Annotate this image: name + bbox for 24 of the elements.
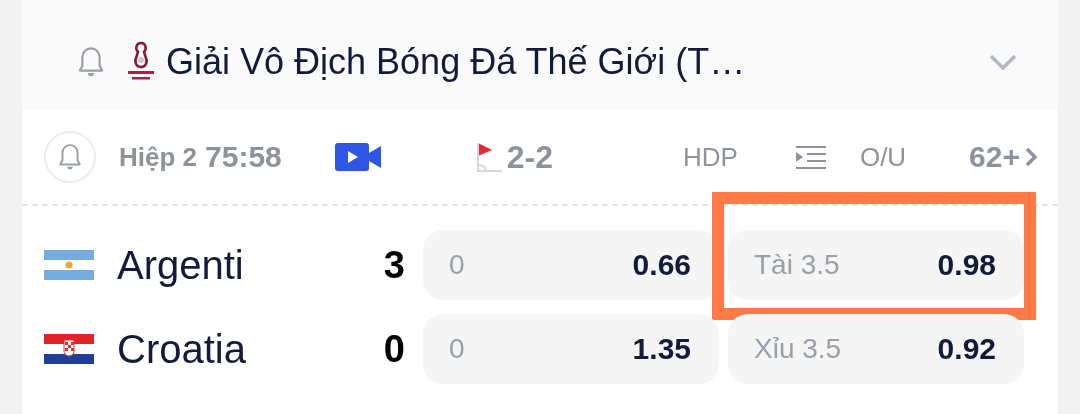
league-title: Giải Vô Địch Bóng Đá Thế Giới (T… <box>166 41 747 83</box>
odds-button[interactable]: Xỉu 3.5 0.92 <box>728 314 1024 384</box>
notify-button[interactable] <box>44 131 96 183</box>
match-clock: 75:58 <box>205 140 282 174</box>
chevron-right-icon <box>1024 146 1038 168</box>
column-label: HDP <box>683 141 738 173</box>
team-score: 0 <box>382 327 405 371</box>
flag-icon <box>44 250 94 280</box>
team-name: Croatia <box>117 326 247 372</box>
odds-button[interactable]: 0 1.35 <box>423 314 719 384</box>
odds-button[interactable]: Tài 3.5 0.98 <box>728 230 1024 300</box>
bell-icon[interactable] <box>76 46 106 78</box>
column-label: O/U <box>859 141 907 173</box>
league-header[interactable]: Giải Vô Địch Bóng Đá Thế Giới (T… <box>22 0 1058 110</box>
video-camera-icon[interactable] <box>334 143 381 171</box>
team-name: Argenti <box>117 242 245 288</box>
list-icon[interactable] <box>794 145 827 169</box>
flag-icon <box>44 334 94 364</box>
chevron-down-icon[interactable] <box>988 52 1018 72</box>
bell-icon[interactable] <box>57 143 83 171</box>
team-score: 3 <box>382 243 405 287</box>
corner-flag-icon <box>474 141 503 173</box>
corner-score: 2-2 <box>506 138 553 176</box>
match-period: Hiệp 2 <box>119 141 198 173</box>
